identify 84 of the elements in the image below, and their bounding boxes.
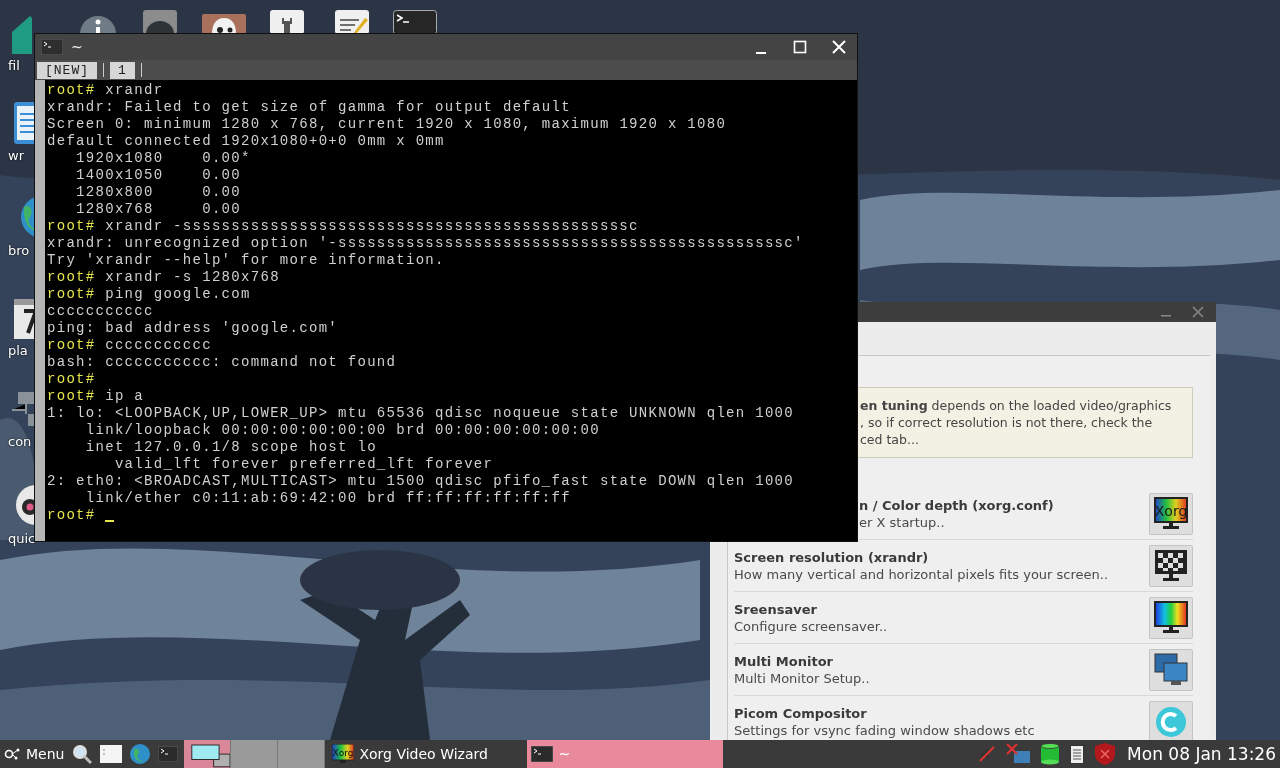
- output-line: ccccccccccc: [47, 303, 154, 320]
- output-line: xrandr: Failed to get size of gamma for output default: [47, 99, 571, 116]
- output-line: valid_lft forever preferred_lft forever: [113, 456, 494, 473]
- desktop-icon-label[interactable]: pla: [8, 343, 28, 358]
- monitor-button[interactable]: [1149, 648, 1193, 691]
- output-line: 1280x768 0.00: [75, 201, 242, 218]
- output-line: link/loopback 00:00:00:00:00:00 brd 00:00:00:00:00:00: [84, 422, 600, 439]
- desktop-icon-label[interactable]: bro: [8, 243, 30, 258]
- calendar-icon[interactable]: [12, 297, 35, 339]
- option-title: n / Color depth (xorg.conf): [859, 496, 1054, 514]
- monitor-button[interactable]: [1149, 544, 1193, 587]
- minimize-icon: [1161, 315, 1171, 317]
- command-line: root#: [47, 371, 97, 388]
- network-disconnected-icon[interactable]: [1006, 743, 1031, 765]
- database-icon[interactable]: [1040, 743, 1061, 765]
- command-line: root# ccccccccccc: [47, 337, 212, 354]
- option-title: Picom Compositor: [734, 704, 867, 722]
- muted-speaker-icon[interactable]: [978, 745, 997, 763]
- menu-button[interactable]: Menu: [0, 740, 69, 768]
- output-line: link/ether c0:11:ab:69:42:00 brd ff:ff:ff:ff:ff:ff: [84, 490, 571, 507]
- terminal-tab[interactable]: 1: [110, 61, 135, 79]
- output-line: inet 127.0.0.1/8 scope host lo: [84, 439, 377, 456]
- command-line: root# xrandr -ssssssssssssssssssssssssssssssssssssssssssssssc: [47, 218, 639, 235]
- output-line: Screen 0: minimum 1280 x 768, current 1920 x 1080, maximum 1920 x 1080: [47, 116, 727, 133]
- rainbow-monitor-icon: [1154, 600, 1188, 635]
- minimize-icon: [756, 52, 766, 54]
- two-monitors-icon: [1154, 652, 1188, 687]
- workspace-button[interactable]: [278, 740, 326, 768]
- window-thumbnail-icon: [190, 742, 231, 768]
- output-line: 1280x800 0.00: [75, 184, 242, 201]
- document-icon[interactable]: [12, 100, 34, 144]
- command-line: root# xrandr: [47, 82, 164, 99]
- info-text: en tuning depends on the loaded video/graphics: [860, 397, 1173, 414]
- xorg-monitor-icon: Xorg: [332, 744, 355, 764]
- terminal-icon[interactable]: [158, 746, 179, 762]
- close-icon: [1191, 305, 1205, 319]
- maximize-icon: [792, 39, 808, 55]
- clipboard-icon[interactable]: [1070, 744, 1085, 764]
- shield-icon[interactable]: [1094, 742, 1117, 766]
- option-title: Multi Monitor: [734, 652, 833, 670]
- globe-icon[interactable]: [130, 744, 151, 764]
- output-line: 2: eth0: <BROADCAST,MULTICAST> mtu 1500 qdisc pfifo_fast state DOWN qlen 1000: [47, 473, 794, 490]
- info-text: , so if correct resolution is not there, check the: [860, 414, 1154, 431]
- output-line: Try 'xrandr --help' for more information.: [47, 252, 445, 269]
- notepad-icon[interactable]: [335, 10, 369, 34]
- output-line: 1: lo: <LOOPBACK,UP,LOWER_UP> mtu 65536 qdisc noqueue state UNKNOWN qlen 1000: [47, 405, 794, 422]
- checkered-monitor-icon: [1154, 548, 1188, 583]
- terminal-tab[interactable]: [NEW]: [37, 61, 97, 79]
- window-title: ~: [71, 39, 83, 55]
- command-line: root# xrandr -s 1280x768: [47, 269, 280, 286]
- workspace-button[interactable]: [184, 740, 232, 768]
- terminal-icon: [531, 746, 554, 762]
- output-line: default connected 1920x1080+0+0 0mm x 0mm: [47, 133, 445, 150]
- desktop-icon-label[interactable]: con: [8, 434, 32, 449]
- desktop-icon-label[interactable]: fil: [8, 58, 20, 73]
- desktop-icon-label[interactable]: wr: [8, 148, 24, 163]
- file-icon[interactable]: [100, 745, 123, 763]
- command-line: root# ping google.com: [47, 286, 251, 303]
- option-description: Configure screensaver..: [734, 617, 888, 635]
- output-line: xrandr: unrecognized option '-ssssssssssssssssssssssssssssssssssssssssssssssc': [47, 235, 804, 252]
- command-line: root#: [47, 507, 115, 524]
- search-icon[interactable]: [72, 744, 93, 764]
- clock[interactable]: Mon 08 Jan 13:26: [1127, 744, 1276, 764]
- option-description: How many vertical and horizontal pixels fits your screen..: [734, 565, 1109, 583]
- option-description: Multi Monitor Setup..: [734, 669, 870, 687]
- home-icon[interactable]: [12, 14, 32, 54]
- output-line: 1400x1050 0.00: [75, 167, 242, 184]
- menu-logo-icon: [4, 747, 22, 761]
- desktop-icon-label[interactable]: quic: [8, 531, 35, 546]
- option-title: Screen resolution (xrandr): [734, 548, 929, 566]
- info-text: ced tab...: [860, 431, 920, 448]
- terminal-icon: [41, 39, 63, 55]
- output-line: bash: ccccccccccc: command not found: [47, 354, 397, 371]
- option-title: Sreensaver: [734, 600, 817, 618]
- close-icon: [831, 39, 847, 55]
- option-description: Settings for vsync fading window shadows etc: [734, 721, 1035, 739]
- terminal-icon[interactable]: [393, 10, 437, 34]
- monitor-button[interactable]: [1149, 596, 1193, 639]
- output-line: 1920x1080 0.00*: [75, 150, 251, 167]
- command-line: root# ip a: [47, 388, 144, 405]
- wrench-icon[interactable]: [270, 10, 304, 34]
- output-line: ping: bad address 'google.com': [47, 320, 339, 337]
- option-description: er X startup..: [859, 513, 945, 531]
- compositor-icon: [1154, 704, 1188, 739]
